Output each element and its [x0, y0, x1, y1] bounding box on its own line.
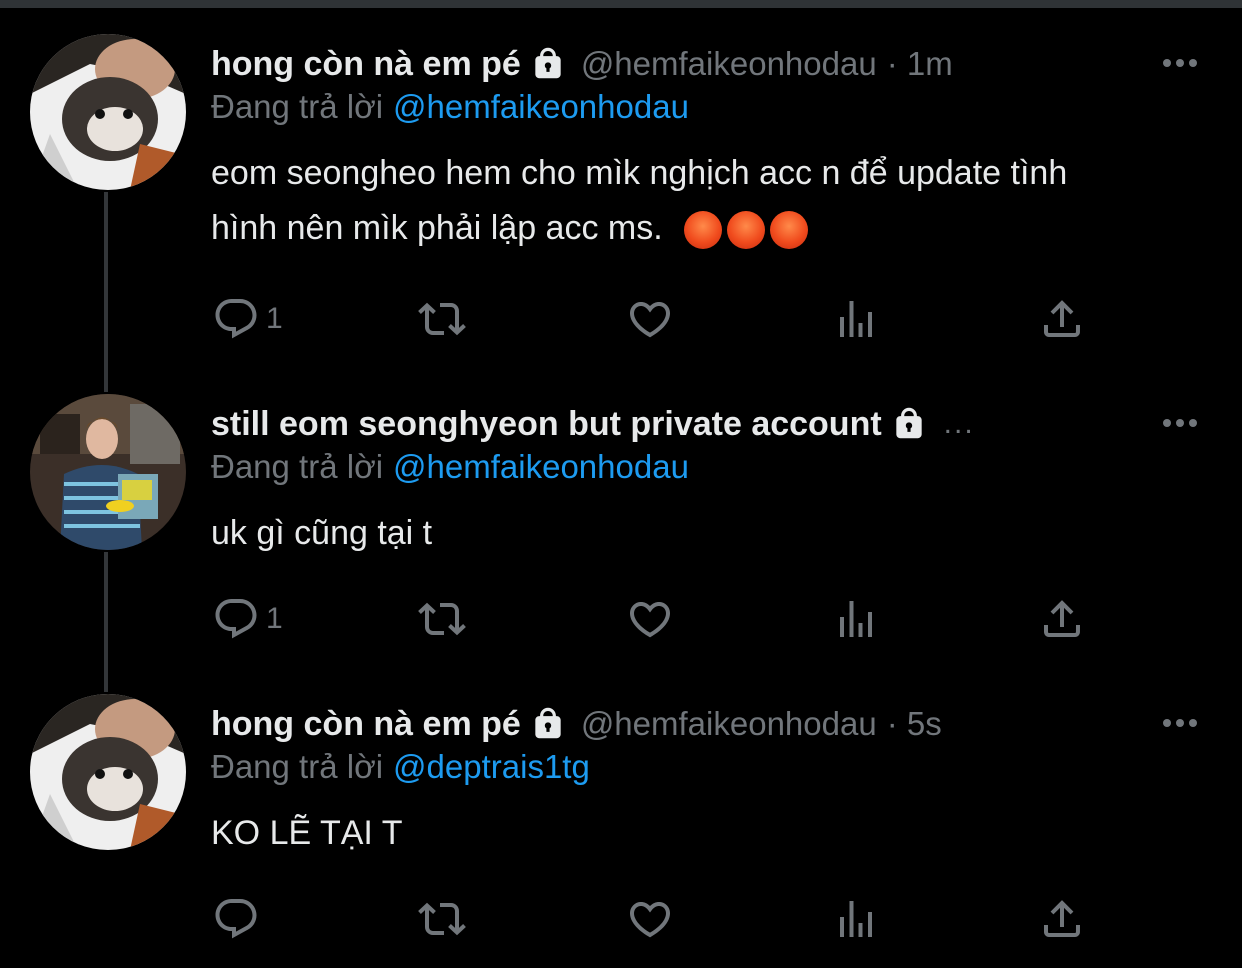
user-handle[interactable]: @hemfaikeonhodau [581, 45, 877, 83]
more-icon[interactable] [1160, 48, 1200, 78]
replying-to: Đang trả lời @deptrais1tg [211, 748, 590, 786]
tweet-text: KO LẼ TẠI T [211, 806, 1211, 861]
views-button[interactable] [832, 294, 880, 344]
angry-face-emoji [727, 211, 766, 250]
retweet-button[interactable] [418, 894, 466, 944]
tweet-actions: 1 [0, 594, 1242, 644]
reply-icon [212, 595, 260, 643]
replying-to: Đang trả lời @hemfaikeonhodau [211, 88, 689, 126]
more-icon[interactable] [1160, 408, 1200, 438]
tweet-header: hong còn nà em pé @hemfaikeonhodau · 5s [211, 694, 942, 754]
display-name[interactable]: hong còn nà em pé [211, 45, 521, 84]
mention-link[interactable]: @deptrais1tg [393, 748, 590, 785]
views-icon [832, 595, 880, 643]
views-icon [832, 295, 880, 343]
display-name[interactable]: hong còn nà em pé [211, 705, 521, 744]
retweet-button[interactable] [418, 594, 466, 644]
reply-prefix: Đang trả lời [211, 88, 384, 125]
user-handle[interactable]: @hemfaikeonhodau [581, 705, 877, 743]
more-icon[interactable] [1160, 708, 1200, 738]
mention-link[interactable]: @hemfaikeonhodau [393, 448, 689, 485]
avatar[interactable] [30, 694, 186, 850]
share-icon [1038, 895, 1086, 943]
mention-link[interactable]: @hemfaikeonhodau [393, 88, 689, 125]
top-divider [0, 0, 1242, 10]
tweet[interactable]: hong còn nà em pé @hemfaikeonhodau · 5s … [0, 694, 1242, 968]
like-button[interactable] [626, 594, 674, 644]
retweet-button[interactable] [418, 294, 466, 344]
like-button[interactable] [626, 894, 674, 944]
display-name[interactable]: still eom seonghyeon but private account [211, 405, 882, 444]
tweet-actions [0, 894, 1242, 944]
like-button[interactable] [626, 294, 674, 344]
share-button[interactable] [1038, 594, 1086, 644]
tweet[interactable]: still eom seonghyeon but private account… [0, 394, 1242, 666]
tweet-text-line: KO LẼ TẠI T [211, 814, 403, 852]
tweet-text: uk gì cũng tại t [211, 506, 1211, 561]
reply-count: 1 [266, 302, 283, 335]
share-button[interactable] [1038, 294, 1086, 344]
retweet-icon [418, 595, 466, 643]
share-icon [1038, 295, 1086, 343]
tweet-text-line: hình nên mìk phải lập acc ms. [211, 201, 1211, 256]
tweet-text-line-content: hình nên mìk phải lập acc ms. [211, 209, 663, 247]
reply-button[interactable] [212, 894, 260, 944]
views-icon [832, 895, 880, 943]
reply-button[interactable]: 1 [212, 594, 283, 644]
avatar[interactable] [30, 394, 186, 550]
tweet[interactable]: hong còn nà em pé @hemfaikeonhodau · 1m … [0, 34, 1242, 364]
angry-face-emoji [684, 211, 723, 250]
reply-button[interactable]: 1 [212, 294, 283, 344]
reply-icon [212, 895, 260, 943]
replying-to: Đang trả lời @hemfaikeonhodau [211, 448, 689, 486]
reply-prefix: Đang trả lời [211, 448, 384, 485]
like-icon [626, 895, 674, 943]
truncation-ellipsis: ... [943, 407, 975, 440]
like-icon [626, 595, 674, 643]
reply-prefix: Đang trả lời [211, 748, 384, 785]
reply-icon [212, 295, 260, 343]
views-button[interactable] [832, 894, 880, 944]
avatar[interactable] [30, 34, 186, 190]
retweet-icon [418, 295, 466, 343]
like-icon [626, 295, 674, 343]
retweet-icon [418, 895, 466, 943]
tweet-text-line: eom seongheo hem cho mìk nghịch acc n để… [211, 154, 1068, 192]
timestamp[interactable]: · 5s [887, 705, 942, 743]
timestamp[interactable]: · 1m [887, 45, 953, 83]
lock-icon [529, 704, 567, 744]
tweet-header: still eom seonghyeon but private account… [211, 394, 975, 454]
tweet-header: hong còn nà em pé @hemfaikeonhodau · 1m [211, 34, 953, 94]
angry-face-emoji [770, 211, 809, 250]
share-button[interactable] [1038, 894, 1086, 944]
reply-count: 1 [266, 602, 283, 635]
lock-icon [529, 44, 567, 84]
lock-icon [890, 404, 928, 444]
tweet-text: eom seongheo hem cho mìk nghịch acc n để… [211, 146, 1211, 256]
tweet-actions: 1 [0, 294, 1242, 344]
views-button[interactable] [832, 594, 880, 644]
share-icon [1038, 595, 1086, 643]
tweet-text-line: uk gì cũng tại t [211, 514, 433, 552]
